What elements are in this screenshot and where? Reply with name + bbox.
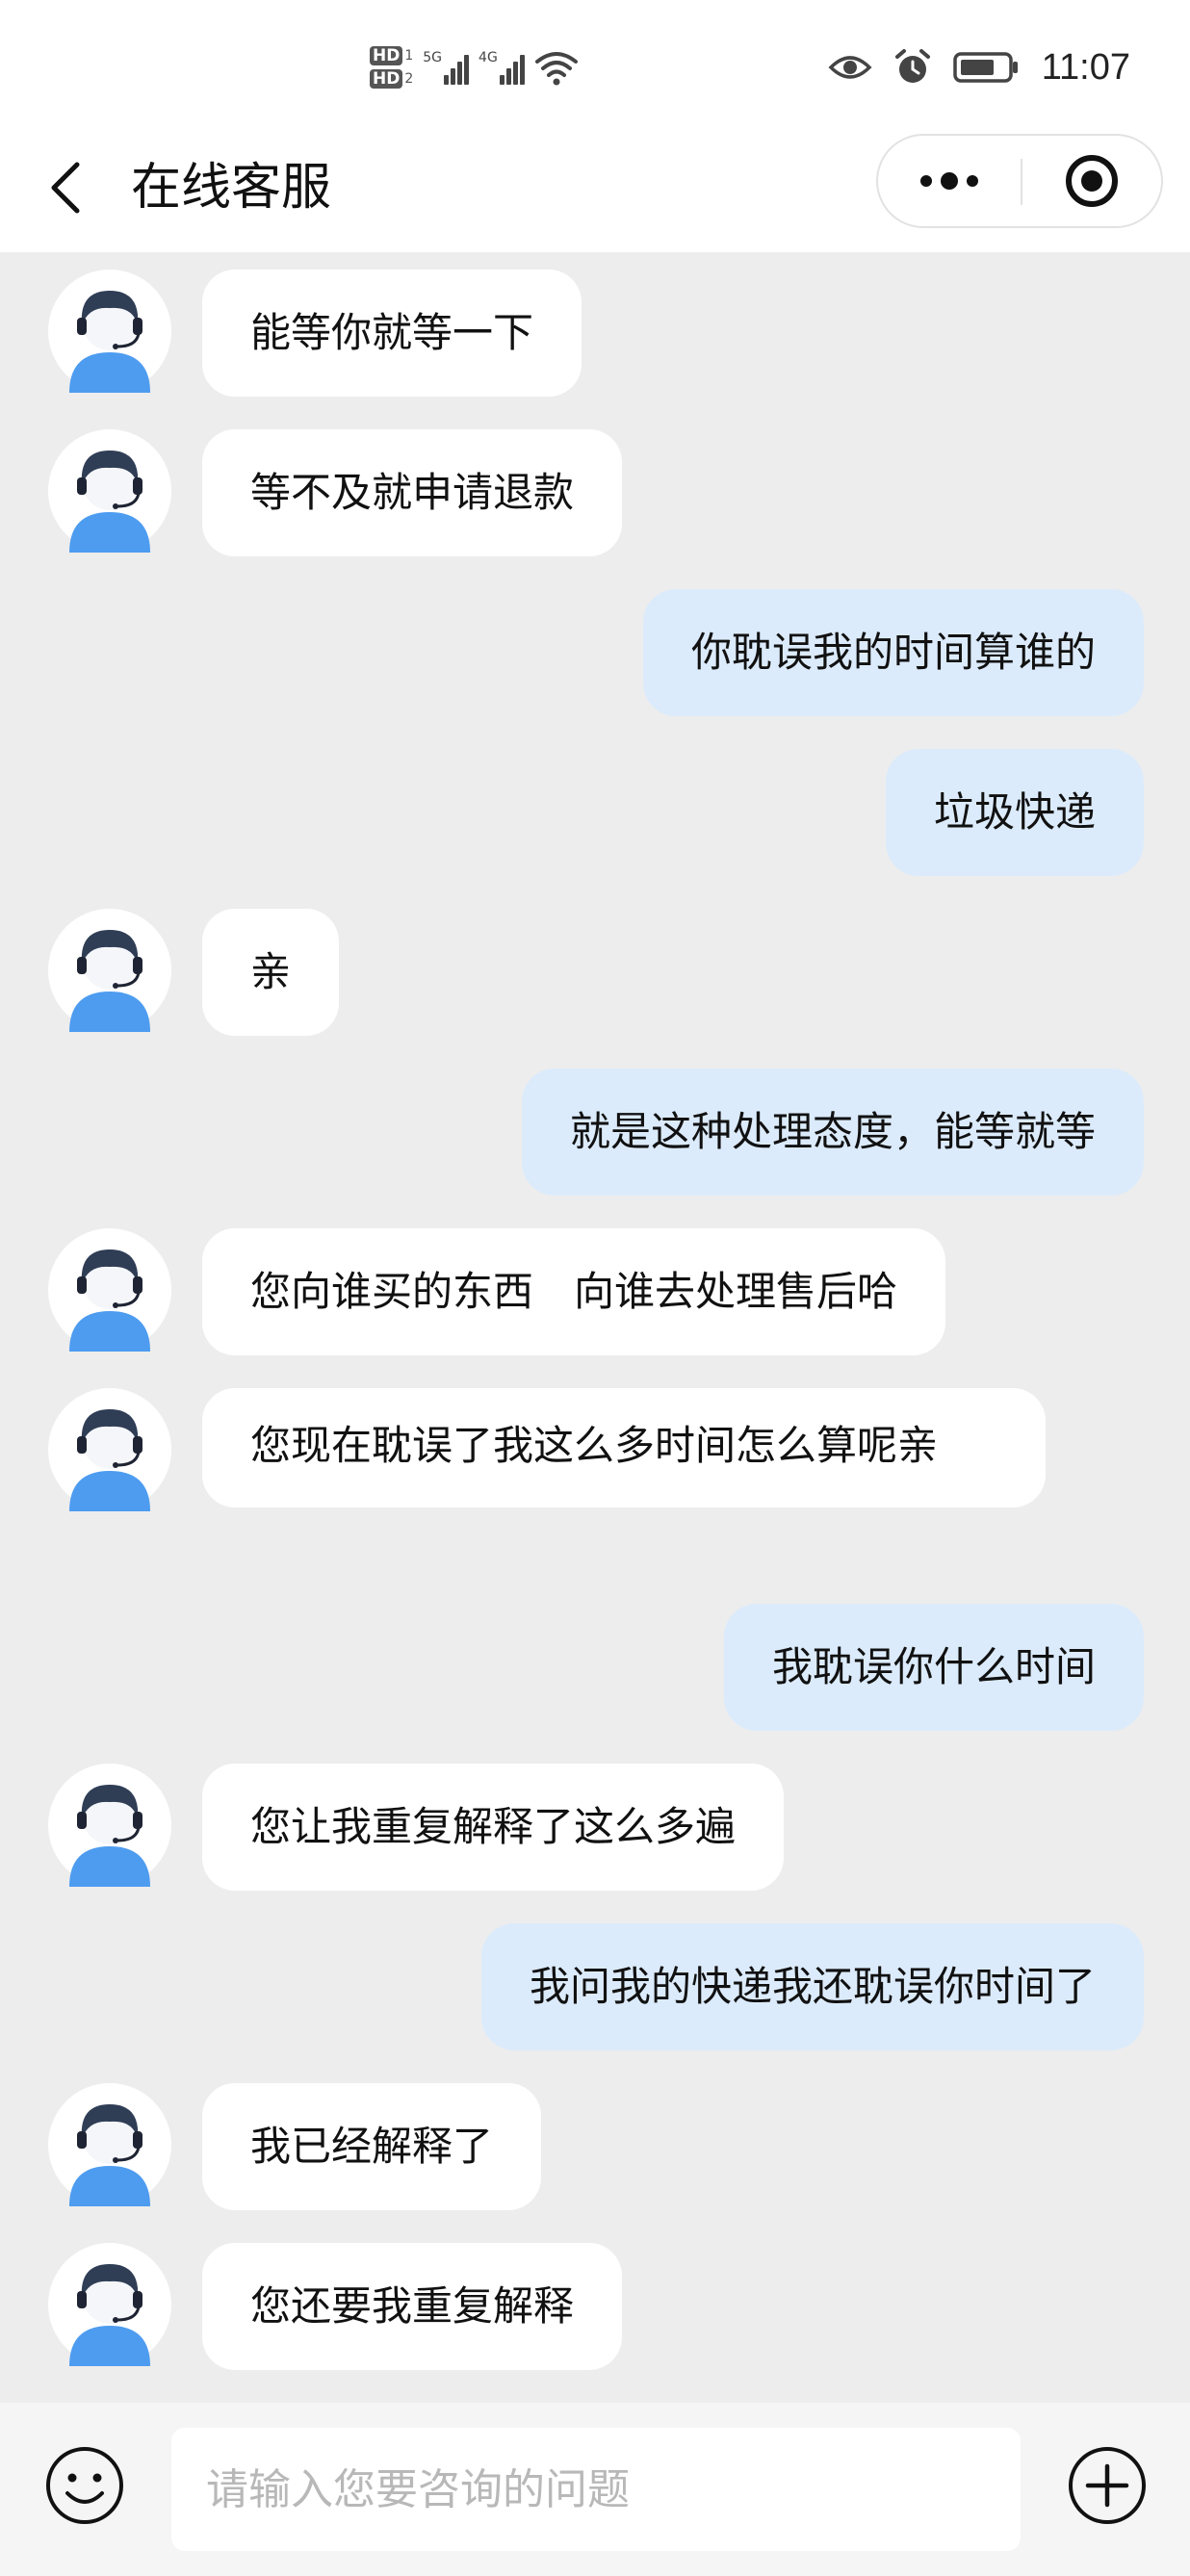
agent-avatar [48,909,171,1032]
hd2-number: 2 [404,71,414,87]
agent-message-bubble: 我已经解释了 [202,2083,542,2210]
more-dots-icon [920,172,978,190]
hd2-badge: HD [370,69,403,89]
user-message-bubble: 垃圾快递 [885,749,1144,876]
agent-avatar [48,2243,171,2366]
agent-headset-avatar-icon [48,270,171,393]
agent-headset-avatar-icon [48,1764,171,1887]
message-input[interactable] [171,2428,1021,2551]
agent-message-bubble: 您向谁买的东西 向谁去处理售后哈 [202,1228,946,1355]
user-message-bubble: 我问我的快递我还耽误你时间了 [480,1923,1144,2050]
agent-avatar [48,1228,171,1352]
chat-area[interactable]: 能等你就等一下 等不及就申请退款 你耽误我的时间算谁的 垃圾快递 亲 就是这种处… [0,252,1190,2403]
status-bar: HD 1 HD 2 5G 4G 11:07 [0,0,1190,123]
plus-circle-icon [1069,2447,1146,2524]
signal-4g-label: 4G [479,50,498,65]
agent-message-bubble: 等不及就申请退款 [202,429,623,556]
agent-headset-avatar-icon [48,429,171,553]
more-button[interactable] [878,136,1021,226]
user-message-bubble: 我耽误你什么时间 [723,1604,1144,1731]
agent-headset-avatar-icon [48,1388,171,1511]
page-title: 在线客服 [131,159,332,217]
emoji-icon [46,2447,123,2524]
agent-message-bubble: 能等你就等一下 [202,270,582,397]
nav-bar: 在线客服 [0,123,1190,252]
battery-icon [952,52,1018,83]
add-attachment-button[interactable] [1067,2445,1148,2526]
agent-headset-avatar-icon [48,2083,171,2206]
agent-avatar [48,1764,171,1887]
input-bar [0,2403,1190,2576]
back-button[interactable] [39,152,92,223]
hd1-badge: HD [370,46,403,65]
emoji-button[interactable] [44,2445,125,2526]
agent-message-bubble: 亲 [202,909,340,1036]
hd-voice-indicators: HD 1 HD 2 [370,46,413,89]
status-right: 11:07 [828,39,1130,96]
agent-avatar [48,2083,171,2206]
eye-icon [828,56,872,79]
network-indicators: HD 1 HD 2 5G 4G [370,37,579,98]
wifi-icon [534,52,578,86]
agent-message-bubble: 您现在耽误了我这么多时间怎么算呢亲 [202,1388,1046,1507]
target-circle-icon [1066,155,1118,207]
mini-program-capsule [876,134,1163,228]
hd1-number: 1 [404,48,414,64]
agent-message-bubble: 您还要我重复解释 [202,2243,623,2370]
clock-time: 11:07 [1041,46,1130,88]
close-mini-program-button[interactable] [1022,136,1161,226]
user-message-bubble: 你耽误我的时间算谁的 [642,589,1144,716]
alarm-icon [894,49,930,83]
agent-headset-avatar-icon [48,909,171,1032]
agent-headset-avatar-icon [48,1228,171,1352]
agent-headset-avatar-icon [48,2243,171,2366]
agent-message-bubble: 您让我重复解释了这么多遍 [202,1764,785,1891]
user-message-bubble: 就是这种处理态度，能等就等 [521,1069,1144,1196]
chevron-left-icon [51,162,80,214]
agent-avatar [48,270,171,393]
signal-5g-icon: 5G [423,50,470,85]
signal-5g-label: 5G [423,50,443,65]
agent-avatar [48,1388,171,1511]
agent-avatar [48,429,171,553]
signal-4g-icon: 4G [479,50,525,85]
